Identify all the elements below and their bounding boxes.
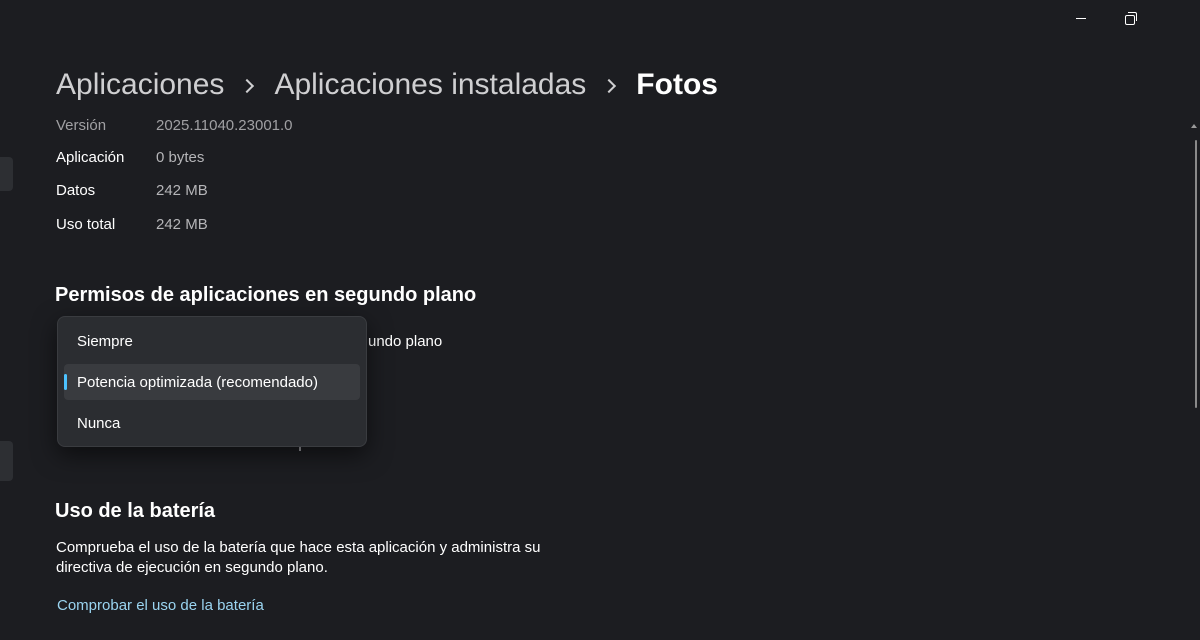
check-battery-usage-link[interactable]: Comprobar el uso de la batería xyxy=(57,597,264,614)
spec-label: Uso total xyxy=(56,215,116,233)
scroll-up-icon[interactable] xyxy=(1191,124,1197,128)
chevron-right-icon xyxy=(240,78,255,94)
spec-value: 2025.11040.23001.0 xyxy=(156,116,293,134)
minimize-icon xyxy=(1076,17,1086,19)
scrollbar-thumb[interactable] xyxy=(1195,140,1197,408)
spec-label: Aplicación xyxy=(56,148,125,166)
breadcrumb-item-apps[interactable]: Aplicaciones xyxy=(56,68,224,102)
dropdown-option-always[interactable]: Siempre xyxy=(64,323,360,359)
minimize-button[interactable] xyxy=(1058,0,1104,36)
spec-value: 242 MB xyxy=(156,215,208,233)
restore-icon xyxy=(1125,12,1137,25)
spec-label: Datos xyxy=(56,181,96,199)
spec-row-app: Aplicación 0 bytes xyxy=(56,147,204,167)
settings-window: Aplicaciones Aplicaciones instaladas Fot… xyxy=(0,0,1200,640)
dropdown-option-label: Potencia optimizada (recomendado) xyxy=(77,373,318,391)
section-title-battery: Uso de la batería xyxy=(55,500,216,522)
breadcrumb-item-installed-apps[interactable]: Aplicaciones instaladas xyxy=(274,68,586,102)
spec-row-version: Versión 2025.11040.23001.0 xyxy=(56,115,293,135)
restore-button[interactable] xyxy=(1108,0,1154,36)
spec-value: 242 MB xyxy=(156,181,208,199)
spec-value: 0 bytes xyxy=(156,148,205,166)
page-title: Fotos xyxy=(636,68,718,101)
section-title-background-permissions: Permisos de aplicaciones en segundo plan… xyxy=(55,284,477,306)
spec-label: Versión xyxy=(56,116,107,134)
spec-row-total: Uso total 242 MB xyxy=(56,214,208,234)
battery-description: Comprueba el uso de la batería que hace … xyxy=(56,539,541,576)
dropdown-option-power-optimized[interactable]: Potencia optimizada (recomendado) xyxy=(64,364,360,400)
spec-row-data: Datos 242 MB xyxy=(56,180,208,200)
breadcrumb: Aplicaciones Aplicaciones instaladas Fot… xyxy=(56,60,718,110)
sidebar-item-partial[interactable] xyxy=(0,157,13,191)
chevron-right-icon xyxy=(602,78,617,94)
sidebar-item-partial[interactable] xyxy=(0,441,13,481)
dropdown-option-never[interactable]: Nunca xyxy=(64,405,360,441)
dropdown-option-label: Nunca xyxy=(77,414,121,432)
background-permissions-label: undo plano xyxy=(368,333,443,350)
selected-indicator-icon xyxy=(64,374,67,390)
background-permissions-dropdown: Siempre Potencia optimizada (recomendado… xyxy=(57,316,367,447)
dropdown-option-label: Siempre xyxy=(77,332,133,350)
